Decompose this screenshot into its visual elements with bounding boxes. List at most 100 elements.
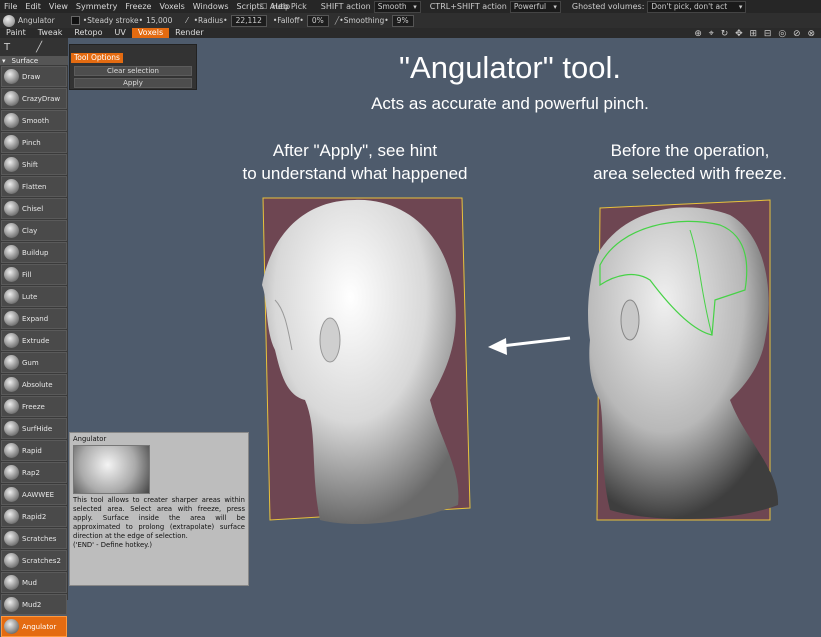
brush-sphere-icon <box>4 201 19 216</box>
tool-label: Chisel <box>22 204 44 213</box>
tool-fill[interactable]: Fill <box>1 264 67 285</box>
tool-smooth[interactable]: Smooth <box>1 110 67 131</box>
tool-label: Extrude <box>22 336 50 345</box>
tool-label: Scratches <box>22 534 57 543</box>
tool-label: SurfHide <box>22 424 53 433</box>
section-label: Surface <box>11 56 39 65</box>
tool-extrude[interactable]: Extrude <box>1 330 67 351</box>
tool-scratches2[interactable]: Scratches2 <box>1 550 67 571</box>
tool-label: Pinch <box>22 138 41 147</box>
brush-sphere-icon <box>4 135 19 150</box>
tool-clay[interactable]: Clay <box>1 220 67 241</box>
tool-label: Expand <box>22 314 49 323</box>
tool-freeze[interactable]: Freeze <box>1 396 67 417</box>
tool-rapid2[interactable]: Rapid2 <box>1 506 67 527</box>
tool-label: AAWWEE <box>22 490 55 499</box>
tool-absolute[interactable]: Absolute <box>1 374 67 395</box>
brush-sphere-icon <box>4 267 19 282</box>
tool-mud[interactable]: Mud <box>1 572 67 593</box>
brush-sphere-icon <box>4 157 19 172</box>
brush-sphere-icon <box>4 377 19 392</box>
tool-scratches[interactable]: Scratches <box>1 528 67 549</box>
right-caption: Before the operation, area selected with… <box>560 139 820 185</box>
tooltip-title: Angulator <box>73 435 107 443</box>
tool-rap2[interactable]: Rap2 <box>1 462 67 483</box>
tool-angulator[interactable]: Angulator <box>1 616 67 637</box>
tooltip-preview-image <box>73 445 150 494</box>
tool-rapid[interactable]: Rapid <box>1 440 67 461</box>
tool-buildup[interactable]: Buildup <box>1 242 67 263</box>
tool-list: Draw CrazyDraw Smooth Pinch Shift Flatten Chis… <box>0 66 68 637</box>
right-caption-line-1: Before the operation, <box>610 141 770 160</box>
brush-sphere-icon <box>4 531 19 546</box>
tool-label: Gum <box>22 358 39 367</box>
left-caption: After "Apply", see hint to understand wh… <box>205 139 505 185</box>
tooltip-description-text: This tool allows to creater sharper area… <box>73 496 245 540</box>
brush-sphere-icon <box>4 421 19 436</box>
tool-gum[interactable]: Gum <box>1 352 67 373</box>
brush-settings-icon[interactable]: ╱ <box>36 42 42 53</box>
apply-button[interactable]: Apply <box>74 78 192 88</box>
brush-sphere-icon <box>4 597 19 612</box>
tool-flatten[interactable]: Flatten <box>1 176 67 197</box>
brush-sphere-icon <box>4 465 19 480</box>
brush-sphere-icon <box>4 245 19 260</box>
left-caption-line-1: After "Apply", see hint <box>272 141 438 160</box>
tool-tooltip: Angulator This tool allows to creater sh… <box>69 432 249 586</box>
tool-label: Buildup <box>22 248 49 257</box>
tool-panel-header: T ╱ <box>0 38 68 56</box>
clear-selection-button[interactable]: Clear selection <box>74 66 192 76</box>
tool-crazydraw[interactable]: CrazyDraw <box>1 88 67 109</box>
tool-label: Scratches2 <box>22 556 61 565</box>
tool-panel: T ╱ ▾ Surface Draw CrazyDraw Smooth Pinch Sh… <box>0 38 68 637</box>
right-caption-line-2: area selected with freeze. <box>593 164 787 183</box>
tool-label: Freeze <box>22 402 45 411</box>
tool-label: Flatten <box>22 182 47 191</box>
tool-shift[interactable]: Shift <box>1 154 67 175</box>
tooltip-description: This tool allows to creater sharper area… <box>70 494 248 552</box>
right-head-model <box>588 207 779 520</box>
tooltip-hotkey-text: ('END' - Define hotkey.) <box>73 541 152 549</box>
brush-sphere-icon <box>4 289 19 304</box>
tool-label: Clay <box>22 226 38 235</box>
text-tool-icon[interactable]: T <box>4 42 10 53</box>
brush-sphere-icon <box>4 91 19 106</box>
brush-sphere-icon <box>4 399 19 414</box>
brush-sphere-icon <box>4 443 19 458</box>
arrow-icon <box>488 336 571 355</box>
tool-label: Angulator <box>22 622 57 631</box>
brush-sphere-icon <box>4 179 19 194</box>
tool-label: Mud2 <box>22 600 42 609</box>
tool-label: Mud <box>22 578 37 587</box>
tool-label: Draw <box>22 72 41 81</box>
tool-options-header[interactable]: Tool Options <box>71 53 123 63</box>
brush-sphere-icon <box>4 509 19 524</box>
tool-mud2[interactable]: Mud2 <box>1 594 67 615</box>
tool-surfhide[interactable]: SurfHide <box>1 418 67 439</box>
tool-label: Rapid <box>22 446 42 455</box>
left-caption-line-2: to understand what happened <box>242 164 468 183</box>
tool-options-panel: Tool Options Clear selection Apply <box>69 44 197 90</box>
tool-label: Lute <box>22 292 38 301</box>
tool-label: Rap2 <box>22 468 40 477</box>
tool-expand[interactable]: Expand <box>1 308 67 329</box>
viewport-subtitle: Acts as accurate and powerful pinch. <box>371 94 649 113</box>
tool-pinch[interactable]: Pinch <box>1 132 67 153</box>
section-header-surface[interactable]: ▾ Surface <box>0 56 68 65</box>
tool-label: Smooth <box>22 116 50 125</box>
tool-label: Fill <box>22 270 32 279</box>
brush-sphere-icon <box>4 355 19 370</box>
tool-draw[interactable]: Draw <box>1 66 67 87</box>
tool-label: Absolute <box>22 380 53 389</box>
brush-sphere-icon <box>4 487 19 502</box>
brush-sphere-icon <box>4 619 19 634</box>
brush-sphere-icon <box>4 311 19 326</box>
viewport-title: "Angulator" tool. <box>399 50 621 85</box>
tool-lute[interactable]: Lute <box>1 286 67 307</box>
brush-sphere-icon <box>4 223 19 238</box>
brush-sphere-icon <box>4 553 19 568</box>
tool-aawwee[interactable]: AAWWEE <box>1 484 67 505</box>
brush-sphere-icon <box>4 113 19 128</box>
tool-label: Shift <box>22 160 38 169</box>
tool-chisel[interactable]: Chisel <box>1 198 67 219</box>
